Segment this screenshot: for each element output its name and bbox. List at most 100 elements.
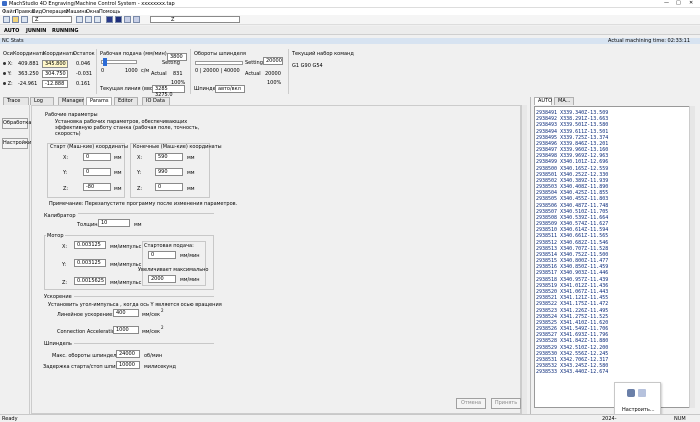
tab-auto[interactable]: AUTO: [534, 97, 552, 105]
end-y-field[interactable]: 990: [155, 168, 183, 176]
status-date: 2024-: [602, 416, 617, 422]
tab-manager-label: Manager: [62, 98, 84, 104]
mode-auto[interactable]: AUTO: [4, 28, 19, 34]
cancel-button[interactable]: Отмена: [456, 398, 486, 409]
max-rpm-label: Макс. обороты шпинделя: [52, 353, 120, 359]
apply-button[interactable]: Принять: [491, 398, 521, 409]
paste-icon[interactable]: [94, 16, 101, 23]
feed-setting-field[interactable]: 3800: [167, 53, 187, 61]
maximize-icon[interactable]: □: [676, 0, 681, 6]
mode-junnin[interactable]: JUNNIN: [26, 28, 46, 34]
motor-z-field[interactable]: 0.0015625: [74, 277, 106, 285]
spindle-slider[interactable]: [195, 61, 243, 65]
gcode-list[interactable]: 2938491 X339.340Z-13.509 2938492 X338.291…: [534, 106, 695, 408]
thickness-field[interactable]: 10: [98, 219, 130, 227]
lin-accel-label: Линейное ускорение:: [57, 312, 114, 318]
toolbar: [0, 15, 700, 25]
motor-z-label: Z:: [62, 280, 68, 286]
end-y-unit: мм: [187, 170, 195, 176]
coord-row-x: X:: [3, 61, 13, 67]
settings-icon[interactable]: [638, 389, 646, 397]
delay-field[interactable]: 10000: [116, 361, 140, 369]
end-z-field[interactable]: 0: [155, 183, 183, 191]
conn-accel-sup: 2: [161, 325, 164, 330]
motor-y-unit: мм/импульс: [110, 262, 142, 268]
max-rpm-value: 24000: [119, 351, 135, 357]
tab-auto-label: AUTO: [538, 98, 553, 104]
feed-setting-value: 3800: [170, 54, 183, 60]
lin-accel-field[interactable]: 400: [113, 309, 139, 317]
feed-actual-label: Actual: [151, 71, 167, 77]
tab-manager[interactable]: Manager: [58, 97, 84, 105]
coords-header-c2: Координата: [43, 51, 75, 57]
feed-title: Рабочая подача (мм/мин): [100, 51, 167, 57]
conn-accel-field[interactable]: 1000: [113, 326, 139, 334]
customize-label[interactable]: Настроить...: [622, 407, 655, 413]
tab-trace[interactable]: Trace: [3, 97, 29, 105]
start-y-unit: мм: [114, 170, 122, 176]
motor-x-field[interactable]: 0.003125: [74, 241, 106, 249]
window-title: MachStudio 4D Engraving/Machine Control …: [9, 1, 175, 7]
step-icon[interactable]: [124, 16, 131, 23]
copy-icon[interactable]: [85, 16, 92, 23]
start-x-field[interactable]: 0: [83, 153, 111, 161]
end-x-label: X:: [137, 155, 143, 161]
coord-y-c2-text: 304.750: [45, 71, 66, 77]
coord-axis: X:: [7, 61, 13, 67]
motor-y-field[interactable]: 0.003125: [74, 259, 106, 267]
params-scrollbar[interactable]: [521, 105, 527, 414]
start-feed-field[interactable]: 0: [148, 251, 176, 259]
mode-running[interactable]: RUNNING: [52, 28, 78, 34]
feed-slider-thumb[interactable]: [103, 58, 107, 66]
run-icon[interactable]: [133, 16, 140, 23]
end-y-value: 990: [158, 169, 168, 175]
new-file-icon[interactable]: [3, 16, 10, 23]
cut-icon[interactable]: [76, 16, 83, 23]
tab-io-data[interactable]: IO Data: [142, 97, 170, 105]
pause-icon[interactable]: [106, 16, 113, 23]
close-icon[interactable]: ✕: [689, 0, 693, 6]
toolbar-search-field[interactable]: Z: [150, 16, 240, 23]
lin-accel-value: 400: [116, 310, 126, 316]
max-feed-field[interactable]: 2000: [148, 275, 176, 283]
start-z-field[interactable]: -80: [83, 183, 111, 191]
end-x-unit: мм: [187, 155, 195, 161]
thickness-value: 10: [101, 220, 108, 226]
save-icon[interactable]: [21, 16, 28, 23]
nc-status-strip: NC Stats Actual machining time: 02:33:11: [0, 38, 700, 44]
feed-scale-min: 0: [101, 68, 105, 74]
stop-icon[interactable]: [115, 16, 122, 23]
processing-button[interactable]: Обработка: [2, 118, 31, 129]
gcode-scrollbar[interactable]: [689, 106, 695, 408]
spindle-name-field[interactable]: авто/вкл: [215, 85, 245, 93]
tab-log[interactable]: Log: [30, 97, 54, 105]
command-panel: Текущий набор команд G1 G90 G54: [288, 49, 368, 94]
spindle-actual-value: 20000: [265, 71, 281, 77]
max-rpm-field[interactable]: 24000: [116, 350, 140, 358]
accel-title: Ускорение: [44, 294, 74, 300]
motor-z-value: 0.0015625: [77, 278, 105, 284]
coord-y-c1: 363.250: [18, 71, 39, 77]
end-x-field[interactable]: 590: [155, 153, 183, 161]
coord-z-c2-text: -12.888: [45, 81, 65, 87]
start-y-value: 0: [86, 169, 90, 175]
spindle-setting-field[interactable]: 20000: [263, 57, 283, 65]
open-folder-icon[interactable]: [12, 16, 19, 23]
gear-icon[interactable]: [627, 389, 635, 397]
minimize-icon[interactable]: —: [664, 0, 669, 6]
coord-y-rest: -0.031: [76, 71, 93, 77]
start-y-field[interactable]: 0: [83, 168, 111, 176]
tab-params[interactable]: Params: [86, 97, 112, 105]
tab-ma-label: MA...: [558, 98, 571, 104]
tab-ma[interactable]: MA...: [554, 97, 574, 105]
tab-log-label: Log: [34, 98, 43, 104]
motor-x-unit: мм/импульс: [110, 244, 142, 250]
lin-accel-sup: 2: [161, 308, 164, 313]
motor-y-value: 0.003125: [77, 260, 101, 266]
tab-editor[interactable]: Editor: [114, 97, 138, 105]
spindle-actual-label: Actual: [245, 71, 261, 77]
gcode-line[interactable]: 2938533 X343.440Z-12.674: [535, 369, 694, 375]
toolbar-combo[interactable]: Z: [32, 16, 72, 23]
coord-x-c2: 345.800: [42, 60, 68, 68]
settings-button[interactable]: Настройки: [2, 138, 31, 149]
